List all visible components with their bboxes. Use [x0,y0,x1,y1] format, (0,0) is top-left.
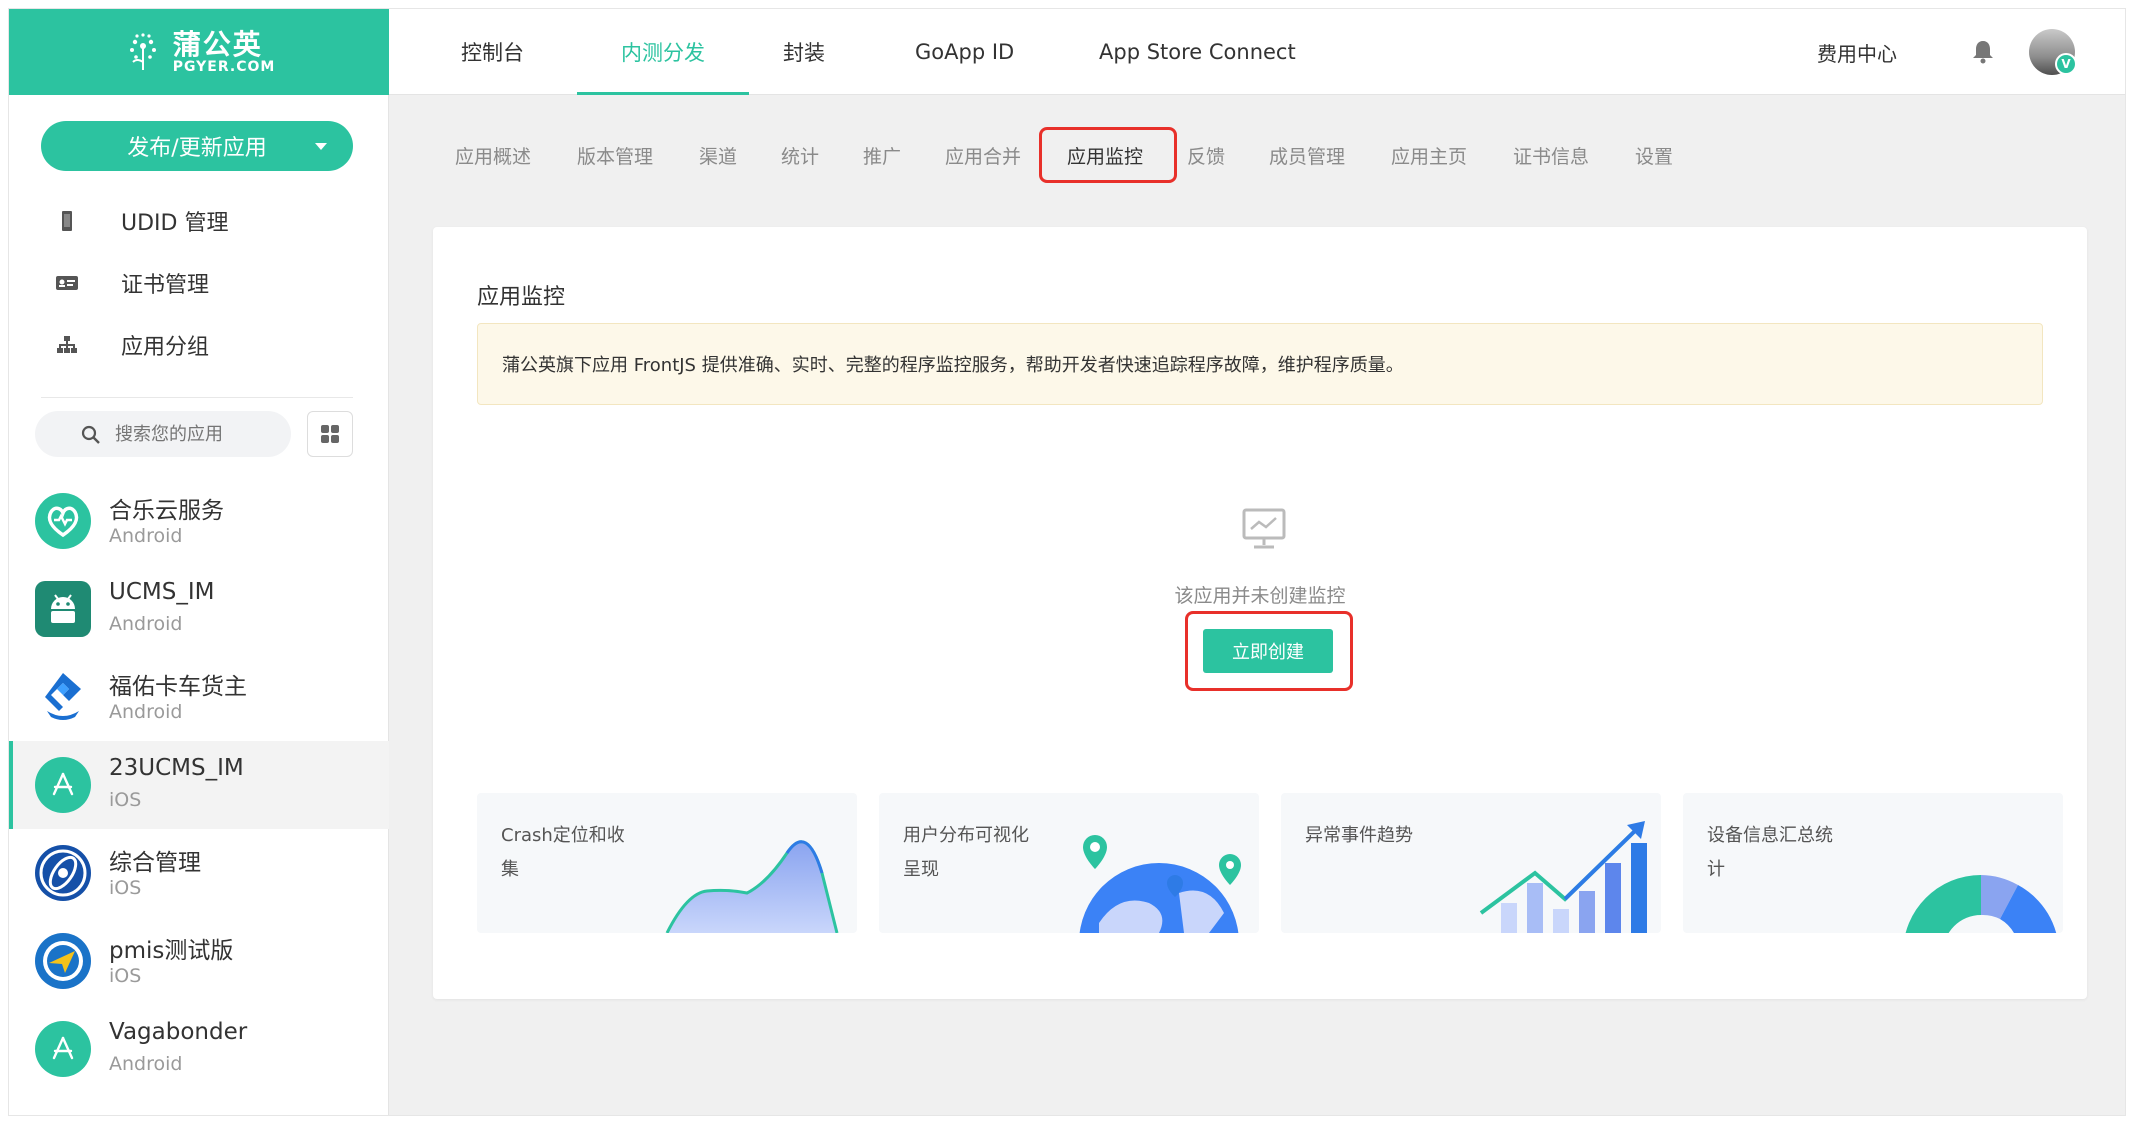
app-platform: Android [109,525,183,547]
grid-icon [321,425,339,443]
app-platform: iOS [109,965,142,987]
tab-goapp-id[interactable]: GoApp ID [915,9,1014,95]
brand-domain: PGYER.COM [172,59,276,75]
subtab-promotion[interactable]: 推广 [863,135,901,175]
subtab-settings[interactable]: 设置 [1635,135,1673,175]
app-platform: iOS [109,789,142,811]
subtab-feedback[interactable]: 反馈 [1187,135,1225,175]
empty-state-text: 该应用并未创建监控 [1174,585,1346,607]
tab-packaging[interactable]: 封装 [783,9,825,95]
chevron-down-icon [315,143,327,150]
app-list-item[interactable]: 综合管理 iOS [9,829,389,917]
app-list-item[interactable]: UCMS_IM Android [9,565,389,653]
sidebar: 蒲公英 PGYER.COM 发布/更新应用 UDID 管理 证书管理 应用分组 … [9,9,389,1115]
donut-chart-icon [1905,875,2057,933]
monitor-chart-icon [1242,508,1286,549]
fee-center-link[interactable]: 费用中心 [1817,9,1897,95]
grid-view-button[interactable] [307,411,353,457]
app-name: 福佑卡车货主 [109,674,247,700]
app-platform: Android [109,1053,183,1075]
globe-pins-icon [1079,835,1241,933]
subtab-homepage[interactable]: 应用主页 [1391,135,1467,175]
verified-badge: V [2055,53,2077,75]
heart-chart-icon [35,493,91,549]
subtab-channels[interactable]: 渠道 [699,135,737,175]
feature-card-device-info: 设备信息汇总统计 [1683,793,2063,933]
info-notice: 蒲公英旗下应用 FrontJS 提供准确、实时、完整的程序监控服务，帮助开发者快… [477,323,2043,405]
app-store-icon [35,757,91,813]
app-store-icon [35,1021,91,1077]
app-name: Vagabonder [109,1019,248,1045]
feature-card-trends: 异常事件趋势 [1281,793,1661,933]
certificate-icon [55,271,79,295]
truck-logo-icon [35,669,91,725]
divider [41,397,353,398]
brand-name: 蒲公英 [172,28,263,61]
globe-logo-icon [35,845,91,901]
app-list-item[interactable]: Vagabonder Android [9,1005,389,1093]
plane-logo-icon [35,933,91,989]
search-icon [81,425,100,444]
app-name: 23UCMS_IM [109,755,244,781]
android-icon [35,581,91,637]
device-icon [55,209,79,233]
monitoring-card: 应用监控 蒲公英旗下应用 FrontJS 提供准确、实时、完整的程序监控服务，帮… [433,227,2087,999]
group-icon [55,333,79,357]
top-nav: 控制台 内测分发 封装 GoApp ID App Store Connect 费… [389,9,2125,95]
subtab-members[interactable]: 成员管理 [1269,135,1345,175]
app-list-item[interactable]: pmis测试版 iOS [9,917,389,1005]
publish-app-button[interactable]: 发布/更新应用 [41,121,353,171]
feature-label: 设备信息汇总统计 [1707,825,1833,880]
app-name: 合乐云服务 [109,498,224,524]
sidebar-item-udid[interactable]: UDID 管理 [9,193,389,249]
bell-icon[interactable] [1969,37,1997,65]
trend-chart-icon [1479,821,1647,933]
subtab-overview[interactable]: 应用概述 [455,135,531,175]
page-title: 应用监控 [477,285,566,310]
feature-label: 异常事件趋势 [1305,825,1413,846]
dandelion-icon [129,33,156,70]
sidebar-item-groups[interactable]: 应用分组 [9,317,389,373]
feature-label: 用户分布可视化呈现 [903,825,1029,880]
app-name: UCMS_IM [109,579,215,605]
app-platform: Android [109,701,183,723]
tab-console[interactable]: 控制台 [461,9,524,95]
app-platform: Android [109,613,183,635]
feature-card-crash: Crash定位和收集 [477,793,857,933]
subtab-stats[interactable]: 统计 [781,135,819,175]
subtab-monitoring[interactable]: 应用监控 [1067,135,1143,175]
app-search[interactable] [35,411,291,457]
subtab-certificate-info[interactable]: 证书信息 [1513,135,1589,175]
sidebar-item-certificates[interactable]: 证书管理 [9,255,389,311]
publish-app-label: 发布/更新应用 [127,136,267,161]
feature-label: Crash定位和收集 [501,825,625,880]
logo-area[interactable]: 蒲公英 PGYER.COM [9,9,389,95]
sidebar-item-label: 应用分组 [121,335,210,360]
feature-card-distribution: 用户分布可视化呈现 [879,793,1259,933]
app-list-item[interactable]: 合乐云服务 Android [9,477,389,565]
subtab-merge[interactable]: 应用合并 [945,135,1021,175]
app-name: pmis测试版 [109,938,234,964]
sidebar-item-label: UDID 管理 [121,211,229,236]
tab-app-store-connect[interactable]: App Store Connect [1099,9,1296,95]
app-list-item[interactable]: 福佑卡车货主 Android [9,653,389,741]
subtab-versions[interactable]: 版本管理 [577,135,653,175]
app-window: 蒲公英 PGYER.COM 发布/更新应用 UDID 管理 证书管理 应用分组 … [8,8,2126,1116]
app-list-item-active[interactable]: 23UCMS_IM iOS [9,741,389,829]
app-name: 综合管理 [109,850,201,876]
sidebar-item-label: 证书管理 [121,273,210,298]
create-monitor-button[interactable]: 立即创建 [1203,629,1333,673]
logo: 蒲公英 PGYER.COM [123,30,276,74]
tab-beta-distribution[interactable]: 内测分发 [577,9,749,95]
wave-chart-icon [665,840,839,933]
app-platform: iOS [109,877,142,899]
search-input[interactable] [115,419,275,449]
